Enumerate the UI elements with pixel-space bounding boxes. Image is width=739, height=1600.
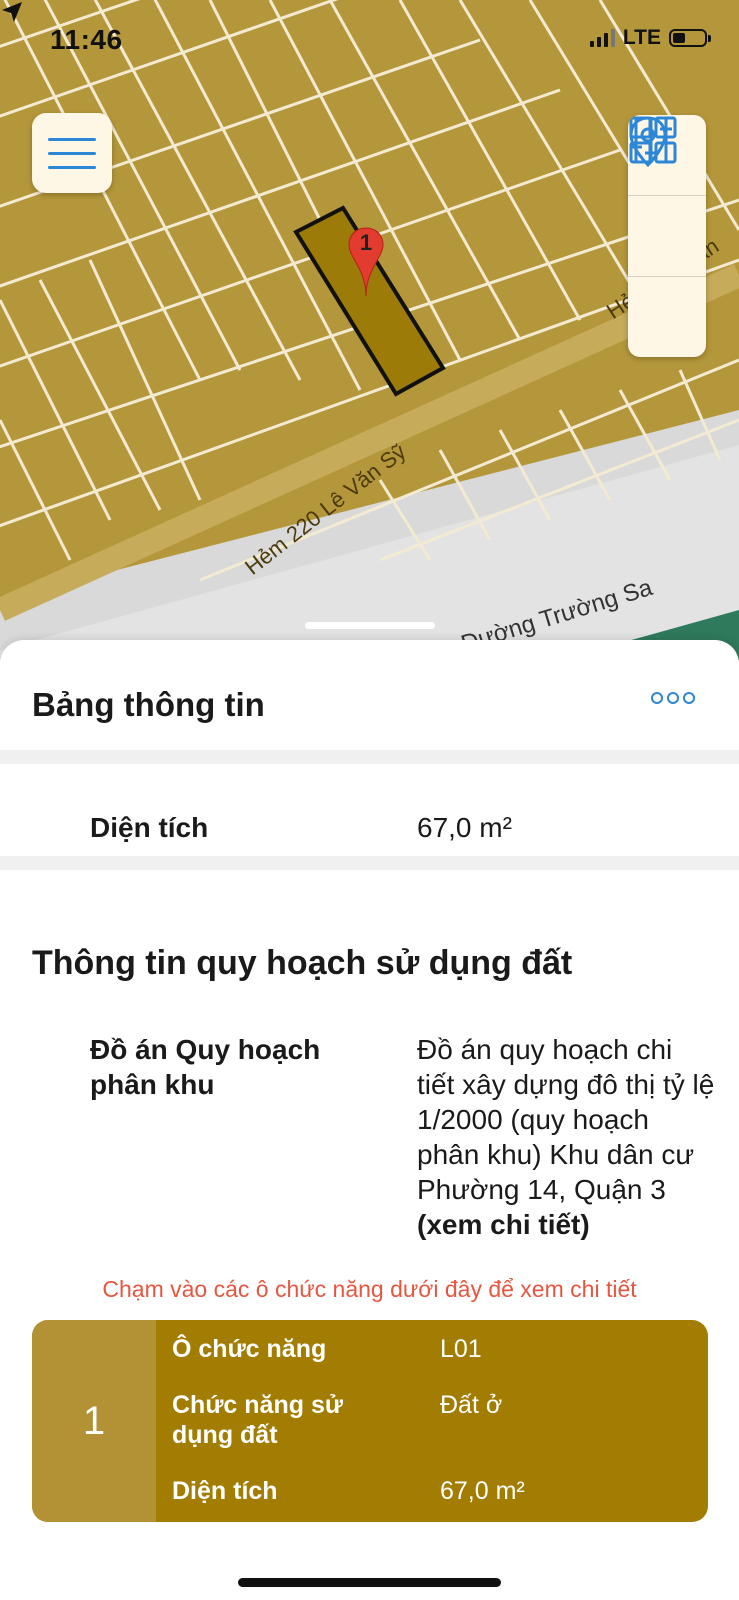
area-value: 67,0 m² — [417, 812, 512, 843]
signal-icon — [589, 29, 615, 47]
function-row-value: 67,0 m² — [440, 1477, 525, 1505]
function-row-label: Diện tích — [172, 1477, 278, 1505]
more-dot — [683, 692, 695, 704]
map-view[interactable]: Hẻm 220 Lê Văn Sỹ Đường Trường Sa Hẻm 2.… — [0, 0, 739, 660]
sheet-grabber[interactable] — [305, 622, 435, 629]
sheet-title: Bảng thông tin — [32, 686, 265, 723]
marker-label: 1 — [359, 230, 373, 255]
function-row-value: L01 — [440, 1335, 482, 1363]
status-bar: 11:46 LTE — [0, 0, 739, 80]
planning-value: Đồ án quy hoạch chi tiết xây dựng đô thị… — [417, 1032, 717, 1242]
map-tools — [628, 115, 706, 357]
function-row-label: Ô chức năng — [172, 1335, 327, 1363]
menu-icon-line — [48, 165, 96, 169]
filter-button[interactable] — [628, 117, 706, 357]
map-marker-pin[interactable]: 1 — [347, 226, 385, 296]
menu-button[interactable] — [32, 113, 112, 193]
function-cell-number-column: 1 — [32, 1320, 156, 1522]
function-row-label: Chức năng sử dụng đất — [172, 1391, 343, 1449]
planning-value-text: Đồ án quy hoạch chi tiết xây dựng đô thị… — [417, 1034, 715, 1205]
more-dot — [651, 692, 663, 704]
function-row-value: Đất ở — [440, 1391, 503, 1419]
hint-text: Chạm vào các ô chức năng dưới đây để xem… — [102, 1276, 637, 1302]
location-arrow-icon — [2, 2, 22, 22]
area-label: Diện tích — [90, 812, 209, 843]
menu-icon-line — [48, 151, 96, 155]
function-cell-card[interactable]: 1 Ô chức năng L01 Chức năng sử dụng đất … — [32, 1320, 708, 1522]
more-options-button[interactable] — [651, 692, 695, 704]
locate-button[interactable] — [628, 116, 706, 277]
section-divider — [0, 856, 739, 870]
view-detail-link[interactable]: (xem chi tiết) — [417, 1209, 590, 1240]
network-label: LTE — [622, 26, 661, 49]
status-time: 11:46 — [50, 24, 123, 55]
info-sheet: Bảng thông tin Diện tích 67,0 m² Thông t… — [0, 640, 739, 1600]
function-cell-number: 1 — [82, 1398, 106, 1443]
menu-icon-line — [48, 137, 96, 141]
more-dot — [667, 692, 679, 704]
planning-label: Đồ án Quy hoạch phân khu — [90, 1034, 321, 1100]
sliders-icon — [630, 117, 672, 163]
battery-icon — [669, 29, 711, 47]
home-indicator[interactable] — [238, 1578, 501, 1587]
section-divider — [0, 750, 739, 764]
planning-title: Thông tin quy hoạch sử dụng đất — [32, 944, 573, 982]
